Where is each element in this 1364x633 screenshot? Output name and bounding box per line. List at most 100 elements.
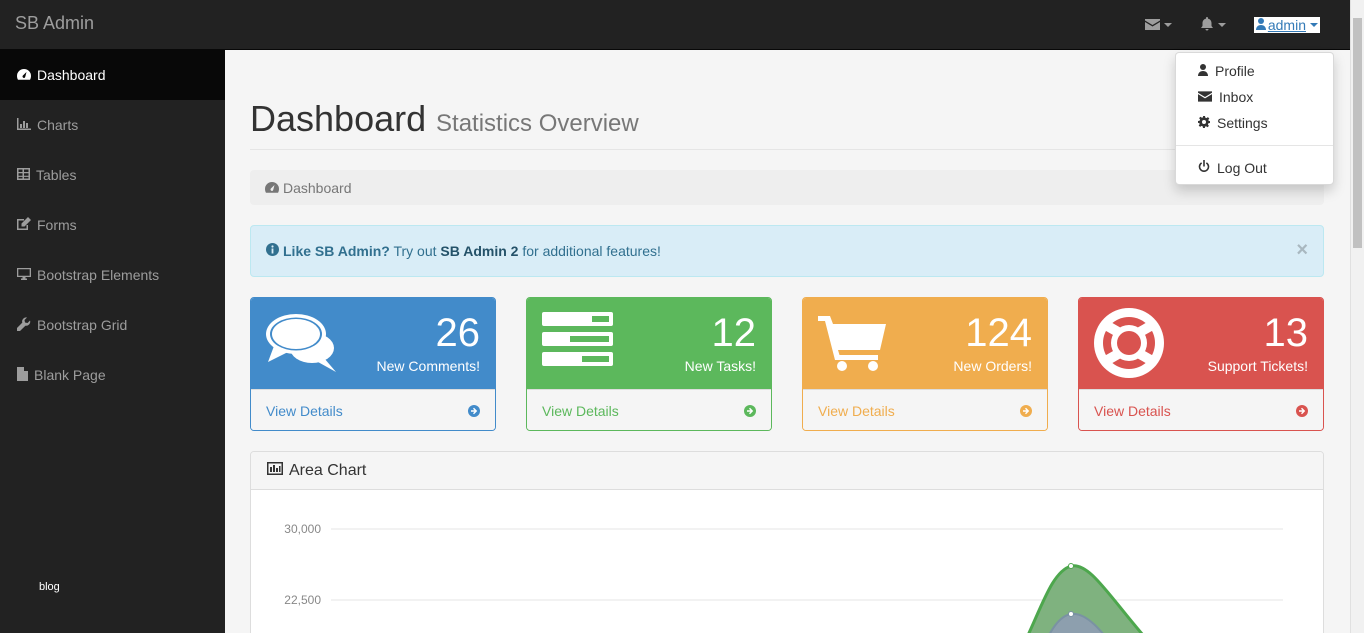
bar-chart-icon bbox=[17, 117, 37, 133]
menu-item-inbox[interactable]: Inbox bbox=[1176, 84, 1333, 110]
caret-down-icon bbox=[1163, 23, 1172, 27]
power-icon bbox=[1198, 160, 1217, 176]
y-tick-label: 22,500 bbox=[284, 593, 321, 607]
sidebar-footer-link[interactable]: blog bbox=[39, 581, 60, 593]
sidebar-item-label: Tables bbox=[36, 167, 77, 183]
view-details-label: View Details bbox=[818, 403, 895, 419]
envelope-icon bbox=[1144, 17, 1160, 33]
panel-heading: 26 New Comments! bbox=[251, 298, 495, 389]
menu-item-profile[interactable]: Profile bbox=[1176, 58, 1333, 84]
user-dropdown-item: admin bbox=[1240, 0, 1350, 50]
dashboard-icon bbox=[17, 67, 37, 83]
sidebar-item-label: Dashboard bbox=[37, 67, 106, 83]
wrench-icon bbox=[16, 316, 37, 334]
gear-icon bbox=[1198, 115, 1217, 131]
info-circle-icon bbox=[266, 243, 283, 259]
alert-text: Try out bbox=[389, 243, 441, 259]
panel-tasks: 12 New Tasks! View Details bbox=[526, 297, 772, 431]
sidebar-item-bootstrap-grid[interactable]: Bootstrap Grid bbox=[0, 300, 225, 350]
user-name: admin bbox=[1267, 17, 1306, 33]
top-navbar: SB Admin admin bbox=[0, 0, 1350, 50]
tasks-icon bbox=[542, 312, 614, 371]
alert-lead: Like SB Admin? bbox=[283, 243, 390, 259]
view-details-link[interactable]: View Details bbox=[527, 389, 771, 430]
panel-heading: 12 New Tasks! bbox=[527, 298, 771, 389]
view-details-link[interactable]: View Details bbox=[1079, 389, 1323, 430]
view-details-label: View Details bbox=[266, 403, 343, 419]
panel-label: New Tasks! bbox=[684, 358, 756, 374]
data-point[interactable] bbox=[1068, 563, 1074, 569]
panel-heading: 124 New Orders! bbox=[803, 298, 1047, 389]
alert-link[interactable]: SB Admin 2 bbox=[440, 243, 518, 259]
menu-item-logout[interactable]: Log Out bbox=[1176, 155, 1333, 181]
panel-value: 12 bbox=[711, 311, 757, 355]
caret-down-icon bbox=[1217, 23, 1226, 27]
sidebar-item-bootstrap-elements[interactable]: Bootstrap Elements bbox=[0, 250, 225, 300]
area-chart-panel: Area Chart 30,000 22,500 bbox=[250, 451, 1324, 633]
menu-divider bbox=[1176, 145, 1333, 146]
view-details-link[interactable]: View Details bbox=[251, 389, 495, 430]
scrollbar-thumb[interactable] bbox=[1353, 18, 1362, 248]
dashboard-icon bbox=[265, 180, 283, 196]
view-details-label: View Details bbox=[542, 403, 619, 419]
view-details-label: View Details bbox=[1094, 403, 1171, 419]
bar-chart-icon bbox=[267, 461, 289, 480]
page-title: Dashboard bbox=[250, 98, 427, 139]
user-icon bbox=[1255, 17, 1268, 33]
brand-link[interactable]: SB Admin bbox=[15, 13, 94, 34]
breadcrumb: Dashboard bbox=[250, 170, 1324, 205]
arrow-circle-right-icon bbox=[1020, 405, 1032, 417]
menu-item-label: Profile bbox=[1215, 63, 1255, 79]
panel-support: 13 Support Tickets! View Details bbox=[1078, 297, 1324, 431]
panel-value: 26 bbox=[435, 311, 481, 355]
panel-orders: 124 New Orders! View Details bbox=[802, 297, 1048, 431]
table-icon bbox=[17, 167, 36, 183]
vertical-scrollbar[interactable] bbox=[1350, 0, 1364, 633]
chart-title: Area Chart bbox=[289, 461, 367, 479]
sidebar-item-tables[interactable]: Tables bbox=[0, 150, 225, 200]
page-subtitle: Statistics Overview bbox=[436, 110, 639, 137]
user-dropdown-menu: Profile Inbox Settings Log Out bbox=[1175, 52, 1334, 185]
navbar-right: admin bbox=[1131, 0, 1350, 50]
panel-label: New Orders! bbox=[953, 358, 1032, 374]
sidebar-item-charts[interactable]: Charts bbox=[0, 100, 225, 150]
chart-heading: Area Chart bbox=[251, 452, 1323, 490]
sidebar-item-label: Charts bbox=[37, 117, 79, 133]
sidebar-item-forms[interactable]: Forms bbox=[0, 200, 225, 250]
panel-label: New Comments! bbox=[376, 358, 480, 374]
data-point[interactable] bbox=[1068, 611, 1074, 617]
edit-icon bbox=[17, 217, 37, 233]
shopping-cart-icon bbox=[818, 312, 886, 375]
bell-icon bbox=[1200, 16, 1214, 34]
panel-label: Support Tickets! bbox=[1207, 358, 1308, 374]
alert-text: for additional features! bbox=[518, 243, 661, 259]
user-dropdown-toggle[interactable]: admin bbox=[1253, 17, 1320, 33]
sidebar-item-label: Forms bbox=[37, 217, 77, 233]
comments-icon bbox=[266, 312, 338, 377]
sidebar-item-label: Bootstrap Grid bbox=[37, 317, 128, 333]
close-icon[interactable]: × bbox=[1296, 240, 1308, 260]
arrow-circle-right-icon bbox=[468, 405, 480, 417]
sidebar-item-dashboard[interactable]: Dashboard bbox=[0, 50, 225, 100]
arrow-circle-right-icon bbox=[744, 405, 756, 417]
messages-dropdown-toggle[interactable] bbox=[1131, 0, 1186, 50]
menu-item-label: Inbox bbox=[1219, 89, 1254, 105]
y-tick-label: 30,000 bbox=[284, 522, 321, 536]
file-icon bbox=[17, 366, 34, 384]
sidebar: Dashboard Charts Tables Forms Bootstrap … bbox=[0, 50, 225, 633]
panel-value: 124 bbox=[965, 311, 1032, 355]
page-header: Dashboard Statistics Overview bbox=[250, 98, 1324, 150]
panel-value: 13 bbox=[1263, 311, 1309, 355]
breadcrumb-label: Dashboard bbox=[283, 179, 352, 196]
alerts-dropdown-toggle[interactable] bbox=[1186, 0, 1240, 50]
sidebar-item-label: Blank Page bbox=[34, 367, 106, 383]
desktop-icon bbox=[17, 267, 37, 283]
menu-item-label: Settings bbox=[1217, 115, 1268, 131]
menu-item-label: Log Out bbox=[1217, 160, 1267, 176]
sidebar-item-label: Bootstrap Elements bbox=[37, 267, 160, 283]
sidebar-item-blank-page[interactable]: Blank Page bbox=[0, 350, 225, 400]
arrow-circle-right-icon bbox=[1296, 405, 1308, 417]
panel-comments: 26 New Comments! View Details bbox=[250, 297, 496, 431]
view-details-link[interactable]: View Details bbox=[803, 389, 1047, 430]
menu-item-settings[interactable]: Settings bbox=[1176, 110, 1333, 136]
